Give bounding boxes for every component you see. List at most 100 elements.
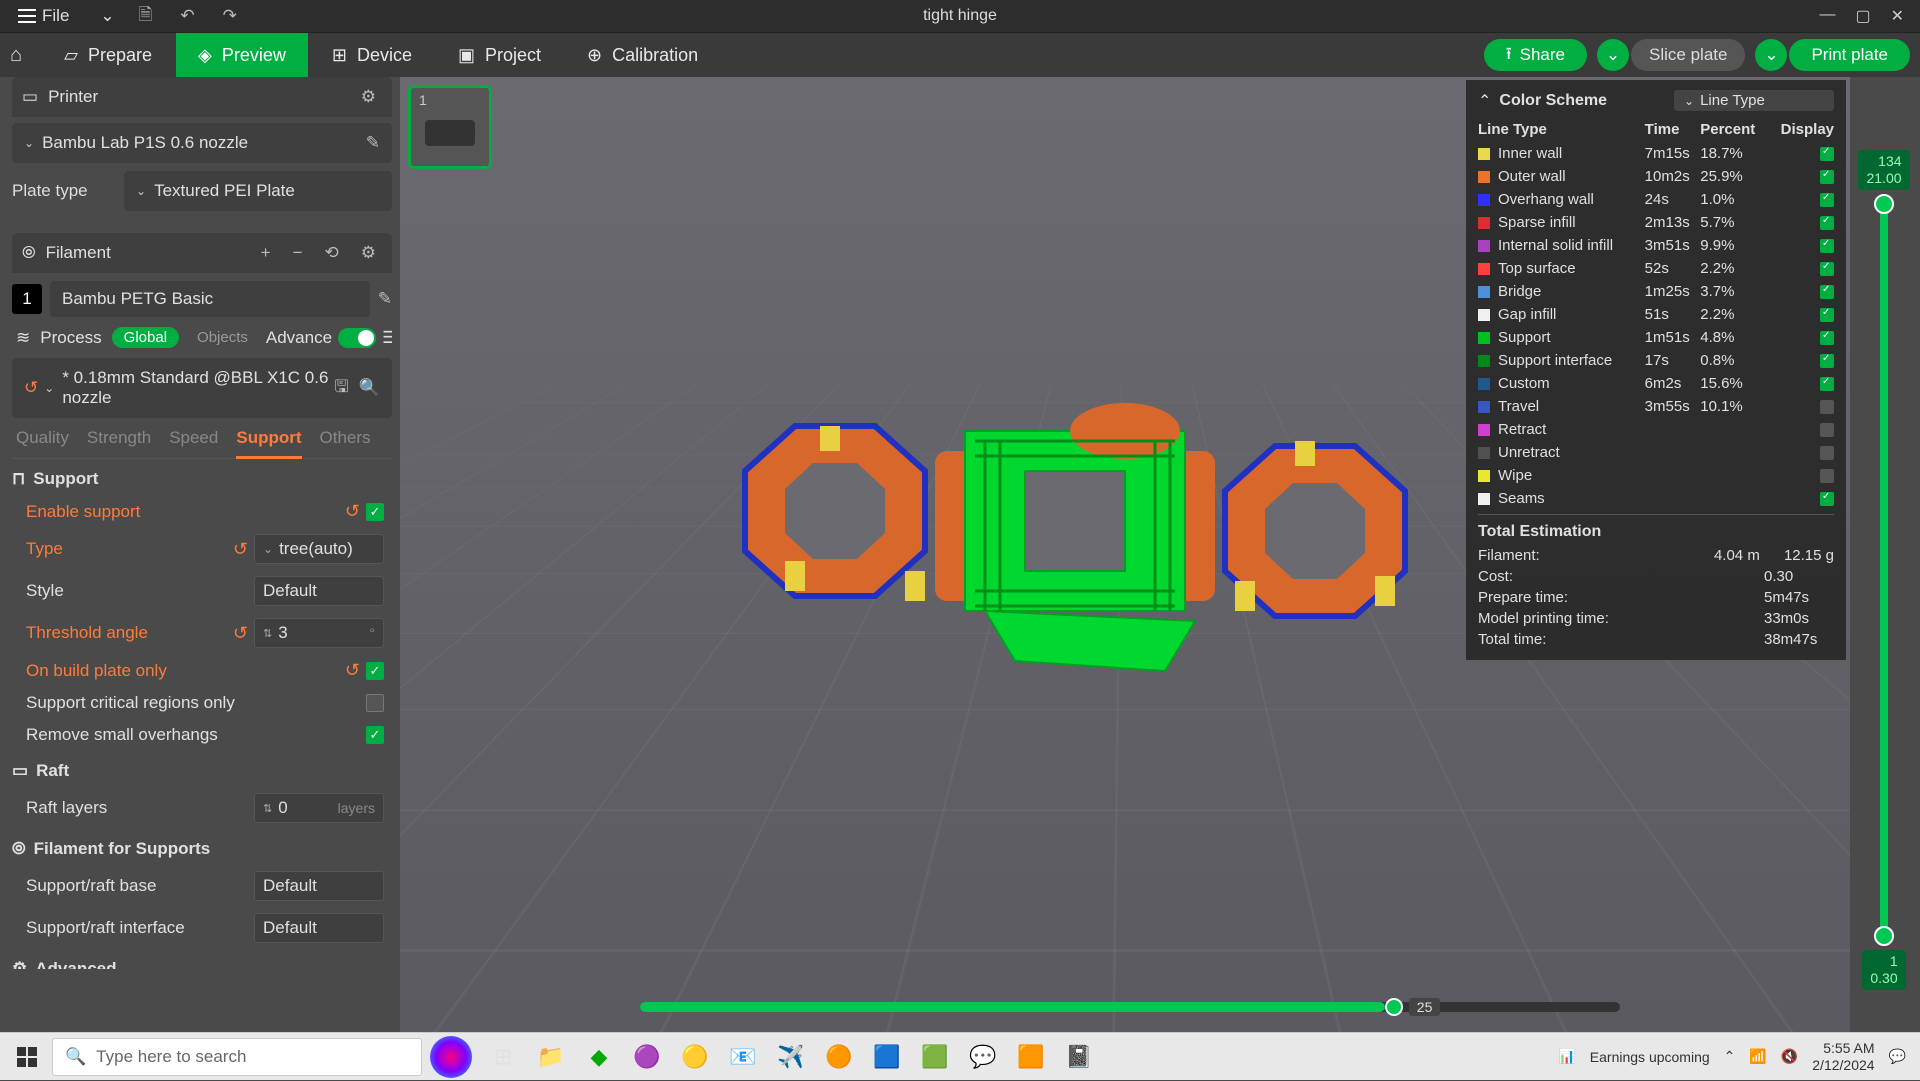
search-input[interactable]: 🔍 Type here to search — [52, 1038, 422, 1076]
sync-icon[interactable]: ⟲ — [319, 241, 345, 265]
display-checkbox[interactable] — [1820, 423, 1834, 437]
subtab-speed[interactable]: Speed — [169, 428, 218, 448]
gear-icon[interactable]: ⚙ — [355, 241, 382, 265]
home-icon[interactable]: ⌂ — [10, 44, 40, 67]
edit-icon[interactable]: ✎ — [366, 133, 380, 153]
process-preset-select[interactable]: ↺ ⌄ * 0.18mm Standard @BBL X1C 0.6 nozzl… — [12, 358, 392, 418]
app4-icon[interactable]: 🟩 — [912, 1033, 958, 1081]
display-checkbox[interactable] — [1820, 446, 1834, 460]
list-icon[interactable]: ☰ — [382, 328, 392, 348]
color-scheme-select[interactable]: ⌄Line Type — [1674, 90, 1834, 111]
vertical-layer-slider[interactable] — [1880, 198, 1888, 943]
app3-icon[interactable]: 🟦 — [864, 1033, 910, 1081]
display-checkbox[interactable] — [1820, 170, 1834, 184]
remove-filament-button[interactable]: − — [287, 241, 309, 265]
subtab-quality[interactable]: Quality — [16, 428, 69, 448]
enable-support-checkbox[interactable]: ✓ — [366, 503, 384, 521]
threshold-input[interactable]: ⇅3° — [254, 618, 384, 648]
critical-regions-checkbox[interactable]: ✓ — [366, 694, 384, 712]
tab-prepare[interactable]: ▱Prepare — [42, 33, 174, 77]
subtab-others[interactable]: Others — [320, 428, 371, 448]
share-button[interactable]: ⭱Share — [1484, 39, 1587, 71]
style-select[interactable]: Default — [254, 576, 384, 606]
type-select[interactable]: ⌄tree(auto) — [254, 534, 384, 564]
plate-thumbnail[interactable]: 1 — [408, 85, 492, 169]
print-button[interactable]: Print plate — [1789, 39, 1910, 71]
filament-select[interactable]: Bambu PETG Basic — [50, 281, 370, 317]
bambu-icon[interactable]: ◆ — [576, 1033, 622, 1081]
display-checkbox[interactable] — [1820, 354, 1834, 368]
subtab-strength[interactable]: Strength — [87, 428, 151, 448]
tab-preview[interactable]: ◈Preview — [176, 33, 308, 77]
display-checkbox[interactable] — [1820, 239, 1834, 253]
wifi-icon[interactable]: 📶 — [1749, 1048, 1766, 1065]
display-checkbox[interactable] — [1820, 469, 1834, 483]
display-checkbox[interactable] — [1820, 400, 1834, 414]
slice-button[interactable]: Slice plate — [1631, 39, 1745, 71]
add-filament-button[interactable]: + — [255, 241, 277, 265]
support-interface-select[interactable]: Default — [254, 913, 384, 943]
tray-chevron-icon[interactable]: ⌃ — [1724, 1048, 1736, 1065]
reset-icon[interactable]: ↺ — [345, 501, 360, 522]
display-checkbox[interactable] — [1820, 216, 1834, 230]
tab-device[interactable]: ⊞Device — [310, 33, 434, 77]
remove-overhangs-checkbox[interactable]: ✓ — [366, 726, 384, 744]
news-text[interactable]: Earnings upcoming — [1590, 1049, 1710, 1065]
display-checkbox[interactable] — [1820, 331, 1834, 345]
subtab-support[interactable]: Support — [236, 428, 301, 459]
raft-layers-input[interactable]: ⇅0layers — [254, 793, 384, 823]
reset-icon[interactable]: ↺ — [233, 623, 248, 644]
display-checkbox[interactable] — [1820, 193, 1834, 207]
filament-swatch[interactable]: 1 — [12, 284, 42, 314]
global-pill[interactable]: Global — [112, 327, 179, 348]
redo-icon[interactable]: ↷ — [209, 2, 251, 30]
clock[interactable]: 5:55 AM 2/12/2024 — [1812, 1040, 1874, 1074]
display-checkbox[interactable] — [1820, 308, 1834, 322]
reset-icon[interactable]: ↺ — [233, 539, 248, 560]
reset-icon[interactable]: ↺ — [345, 660, 360, 681]
file-menu[interactable]: File ⌄ — [8, 2, 125, 30]
notifications-icon[interactable]: 💬 — [1889, 1048, 1906, 1065]
display-checkbox[interactable] — [1820, 262, 1834, 276]
mail-icon[interactable]: 📧 — [720, 1033, 766, 1081]
app5-icon[interactable]: 💬 — [960, 1033, 1006, 1081]
close-button[interactable]: ✕ — [1891, 6, 1904, 26]
taskview-icon[interactable]: ⊞ — [480, 1033, 526, 1081]
objects-pill[interactable]: Objects — [189, 327, 256, 348]
app6-icon[interactable]: 🟧 — [1008, 1033, 1054, 1081]
chrome-icon[interactable]: 🟡 — [672, 1033, 718, 1081]
maximize-button[interactable]: ▢ — [1855, 6, 1870, 26]
display-checkbox[interactable] — [1820, 147, 1834, 161]
advance-toggle[interactable] — [338, 328, 376, 348]
save-icon[interactable]: 🖫 — [334, 374, 348, 403]
new-icon[interactable]: 🗎 — [125, 0, 167, 35]
display-checkbox[interactable] — [1820, 492, 1834, 506]
explorer-icon[interactable]: 📁 — [528, 1033, 574, 1081]
slice-dropdown[interactable]: ⌄ — [1597, 39, 1629, 71]
minimize-button[interactable]: — — [1819, 6, 1835, 26]
news-icon[interactable]: 📊 — [1558, 1048, 1575, 1065]
support-base-select[interactable]: Default — [254, 871, 384, 901]
plate-type-select[interactable]: ⌄ Textured PEI Plate — [124, 171, 392, 211]
display-checkbox[interactable] — [1820, 285, 1834, 299]
cortana-icon[interactable] — [430, 1036, 472, 1078]
build-plate-checkbox[interactable]: ✓ — [366, 662, 384, 680]
app7-icon[interactable]: 📓 — [1056, 1033, 1102, 1081]
undo-icon[interactable]: ↶ — [166, 2, 208, 30]
print-dropdown[interactable]: ⌄ — [1755, 39, 1787, 71]
printer-select[interactable]: ⌄ Bambu Lab P1S 0.6 nozzle ✎ — [12, 123, 392, 163]
telegram-icon[interactable]: ✈️ — [768, 1033, 814, 1081]
horizontal-layer-slider[interactable]: 25 — [640, 1002, 1620, 1016]
tab-calibration[interactable]: ⊕Calibration — [565, 33, 720, 77]
start-button[interactable] — [4, 1033, 50, 1081]
gear-icon[interactable]: ⚙ — [355, 85, 382, 109]
display-checkbox[interactable] — [1820, 377, 1834, 391]
search-icon[interactable]: 🔍 — [359, 378, 380, 398]
tab-project[interactable]: ▣Project — [436, 33, 563, 77]
app2-icon[interactable]: 🟠 — [816, 1033, 862, 1081]
edit-icon[interactable]: ✎ — [378, 289, 392, 309]
collapse-icon[interactable]: ⌃ — [1478, 91, 1491, 111]
reset-icon[interactable]: ↺ — [24, 378, 38, 398]
volume-icon[interactable]: 🔇 — [1781, 1048, 1798, 1065]
app-icon[interactable]: 🟣 — [624, 1033, 670, 1081]
